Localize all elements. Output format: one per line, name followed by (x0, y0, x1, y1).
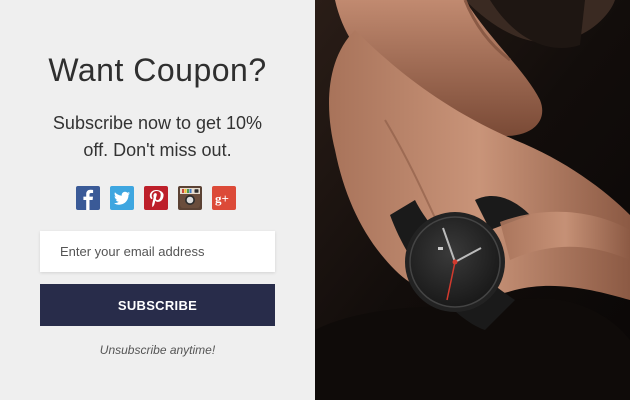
instagram-icon[interactable] (178, 186, 202, 210)
facebook-glyph (83, 189, 94, 210)
google-plus-glyph: g+ (215, 191, 229, 206)
popup-title: Want Coupon? (48, 52, 267, 88)
unsubscribe-note: Unsubscribe anytime! (99, 343, 216, 357)
wristwatch-photo-image (315, 0, 630, 400)
subscribe-button[interactable]: SUBSCRIBE (40, 284, 275, 326)
facebook-icon[interactable] (76, 186, 100, 210)
google-plus-icon[interactable]: g+ (212, 186, 236, 210)
coupon-popup: Want Coupon? Subscribe now to get 10% of… (0, 0, 630, 400)
pinterest-icon[interactable] (144, 186, 168, 210)
twitter-icon[interactable] (110, 186, 134, 210)
instagram-glyph (180, 188, 200, 208)
email-field[interactable] (40, 231, 275, 272)
pinterest-glyph (149, 190, 164, 208)
twitter-glyph (114, 191, 130, 205)
subscribe-panel: Want Coupon? Subscribe now to get 10% of… (0, 0, 315, 400)
wristwatch-photo (315, 0, 630, 400)
popup-description: Subscribe now to get 10% off. Don't miss… (52, 113, 263, 160)
svg-text:g+: g+ (215, 191, 229, 206)
social-links: g+ (76, 186, 236, 210)
